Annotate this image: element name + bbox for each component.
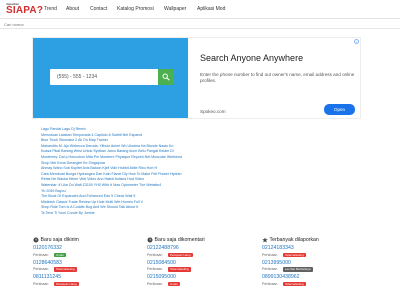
ad-phone-field[interactable]: (555) - 555 - 1234 xyxy=(50,69,174,85)
nav-wallpaper[interactable]: Wallpaper xyxy=(164,6,186,13)
status-badge: Penipuan Uang xyxy=(54,281,79,286)
nav-aplikasi-mod[interactable]: Aplikasi Mod xyxy=(197,6,225,13)
status-badge: Aman xyxy=(54,252,66,257)
phone-number-link[interactable]: 0899130438962 xyxy=(262,274,300,280)
estimate-label: Perkiraan xyxy=(262,281,278,286)
ad-search-button[interactable] xyxy=(158,69,174,85)
logo-brand: SIAPA? xyxy=(6,5,44,16)
phone-number-link[interactable]: 02124183343 xyxy=(262,245,294,251)
phone-number-link[interactable]: 0120176332 xyxy=(33,245,62,251)
nav-katalog-promosi[interactable]: Katalog Promosi xyxy=(117,6,154,13)
search-bar xyxy=(0,19,400,29)
phone-number-link[interactable]: 0128640583 xyxy=(33,260,62,266)
estimate-label: Perkiraan xyxy=(147,281,163,286)
ad-open-button[interactable]: Open xyxy=(324,104,355,115)
ad-title[interactable]: Search Anyone Anywhere xyxy=(200,53,303,64)
estimate-label: Perkiraan xyxy=(147,252,163,257)
status-badge: Telemarketing xyxy=(283,252,306,257)
nav-about[interactable]: About xyxy=(66,6,79,13)
estimate-label: Perkiraan xyxy=(147,267,163,271)
article-link-list: Lagu Pandai Lagu Dj Remix Memutuas Lalab… xyxy=(41,127,341,217)
column-title: Terbanyak dilaporkan xyxy=(269,237,319,243)
search-input[interactable] xyxy=(4,20,396,28)
ad-description: Enter the phone number to find out owner… xyxy=(200,72,355,83)
recently-commented-column: Baru saja dikomentari 02122488796 Perkir… xyxy=(147,236,267,288)
column-header: Baru saja dikomentari xyxy=(147,236,267,244)
column-header: Baru saja dikirim xyxy=(33,236,153,244)
clock-icon xyxy=(33,237,39,243)
list-item: 0215095000 Perkiraan Aman xyxy=(147,273,267,288)
list-item: 0128640583 Perkiraan Telemarketing xyxy=(33,259,153,274)
phone-number-link[interactable]: 02122488796 xyxy=(147,245,179,251)
list-item: 0899130438962 Perkiraan Telemarketing xyxy=(262,273,382,288)
estimate-label: Perkiraan xyxy=(262,252,278,257)
phone-number-link[interactable]: 0215095000 xyxy=(147,274,176,280)
ad-domain: Spokeo.com xyxy=(200,109,226,114)
ad-phone-placeholder: (555) - 555 - 1234 xyxy=(57,74,98,80)
estimate-label: Perkiraan xyxy=(33,281,49,286)
top-navigation-bar: dapatkan SIAPA? Trend About Contact Kata… xyxy=(0,0,400,19)
list-item: 0213995000 Perkiraan Lembar Berbahaya xyxy=(262,259,382,274)
list-item: 0215084500 Perkiraan Telemarketing xyxy=(147,259,267,274)
star-icon xyxy=(262,237,268,243)
list-item: 0120176332 Perkiraan Aman xyxy=(33,244,153,259)
ad-banner[interactable]: (555) - 555 - 1234 Search Anyone Anywher… xyxy=(32,37,361,119)
estimate-label: Perkiraan xyxy=(33,252,49,257)
recently-submitted-column: Baru saja dikirim 0120176332 Perkiraan A… xyxy=(33,236,153,288)
article-link[interactable]: Ts Tene Ti Yumi Conde By Jomhe xyxy=(41,211,341,217)
column-title: Baru saja dikomentari xyxy=(154,237,205,243)
ad-image-panel: (555) - 555 - 1234 xyxy=(33,38,188,118)
clock-icon xyxy=(147,237,153,243)
status-badge: Penipuan Uang xyxy=(168,252,193,257)
most-reported-column: Terbanyak dilaporkan 02124183343 Perkira… xyxy=(262,236,382,288)
nav-trend[interactable]: Trend xyxy=(44,6,57,13)
phone-number-link[interactable]: 0213995000 xyxy=(262,260,291,266)
list-item: 0811131245 Perkiraan Penipuan Uang xyxy=(33,273,153,288)
list-item: 02124183343 Perkiraan Telemarketing xyxy=(262,244,382,259)
estimate-label: Perkiraan xyxy=(262,267,278,271)
ad-info-icon[interactable]: i xyxy=(354,39,359,44)
site-logo[interactable]: dapatkan SIAPA? xyxy=(6,2,43,16)
search-icon xyxy=(162,73,170,81)
status-badge: Telemarketing xyxy=(283,281,306,286)
status-badge: Lembar Berbahaya xyxy=(283,267,313,272)
column-title: Baru saja dikirim xyxy=(40,237,79,243)
column-header: Terbanyak dilaporkan xyxy=(262,236,382,244)
estimate-label: Perkiraan xyxy=(33,267,49,271)
list-item: 02122488796 Perkiraan Penipuan Uang xyxy=(147,244,267,259)
status-badge: Telemarketing xyxy=(54,267,77,272)
phone-number-link[interactable]: 0811131245 xyxy=(33,274,61,280)
phone-number-link[interactable]: 0215084500 xyxy=(147,260,176,266)
status-badge: Aman xyxy=(168,281,180,286)
status-badge: Telemarketing xyxy=(168,267,191,272)
nav-contact[interactable]: Contact xyxy=(90,6,107,13)
